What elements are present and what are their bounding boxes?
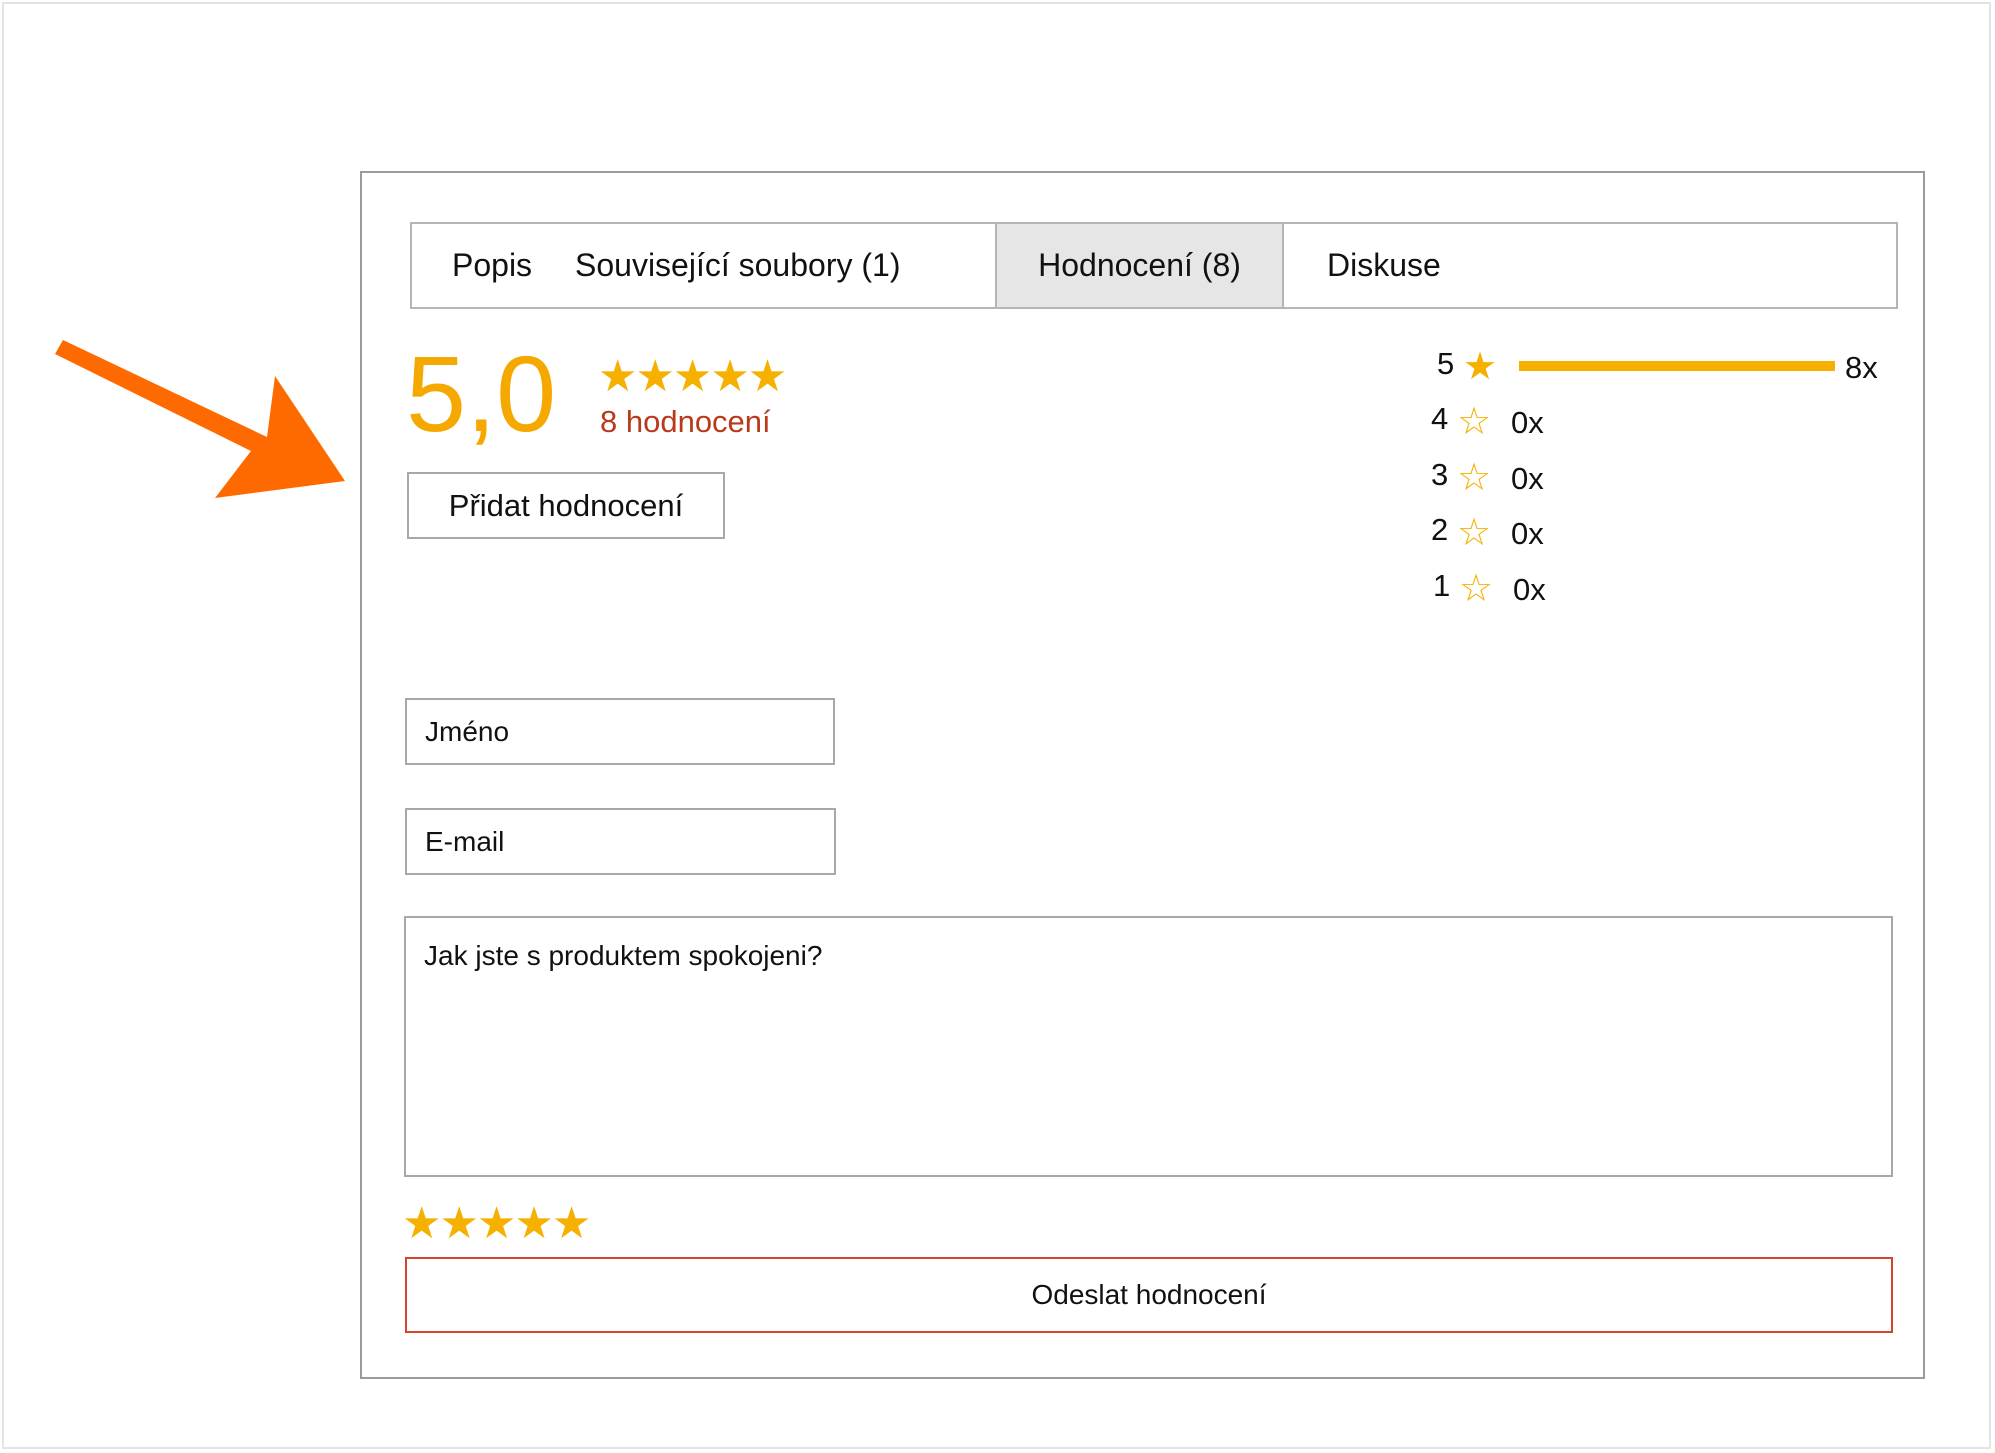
star-outline-icon: ☆ (1457, 401, 1492, 443)
star-icon[interactable]: ★ (439, 1199, 478, 1248)
distribution-row: 5 ★ 8x (1437, 346, 1887, 388)
distribution-row: 3 ☆ 0x (1431, 457, 1631, 499)
pointer-arrow-icon (55, 340, 345, 498)
distribution-stars-label: 5 (1437, 346, 1455, 381)
add-review-button[interactable]: Přidat hodnocení (407, 472, 725, 539)
review-count[interactable]: 8 hodnocení (600, 404, 771, 440)
star-icon[interactable]: ★ (402, 1199, 441, 1248)
average-rating: 5,0 (406, 333, 557, 454)
distribution-stars-label: 2 (1431, 512, 1449, 547)
tab-related-files[interactable]: Související soubory (1) (575, 224, 995, 307)
distribution-stars-label: 3 (1431, 457, 1449, 492)
star-icon[interactable]: ★ (552, 1199, 591, 1248)
distribution-count: 0x (1511, 516, 1544, 551)
distribution-count: 8x (1845, 350, 1878, 385)
distribution-row: 4 ☆ 0x (1431, 401, 1631, 443)
tab-description[interactable]: Popis (412, 224, 575, 307)
star-filled-icon: ★ (1463, 346, 1498, 388)
star-outline-icon: ☆ (1457, 457, 1492, 499)
star-outline-icon: ☆ (1457, 512, 1492, 554)
distribution-count: 0x (1513, 572, 1546, 607)
star-icon[interactable]: ★ (514, 1199, 553, 1248)
tab-reviews[interactable]: Hodnocení (8) (995, 224, 1284, 307)
star-outline-icon: ☆ (1459, 568, 1494, 610)
tab-label: Popis (452, 247, 533, 283)
average-stars-icon: ★★★★★ (598, 352, 787, 401)
tab-label: Hodnocení (8) (1038, 247, 1241, 283)
distribution-count: 0x (1511, 405, 1544, 440)
distribution-stars-label: 1 (1433, 568, 1451, 603)
submit-review-button[interactable]: Odeslat hodnocení (405, 1257, 1893, 1333)
name-field[interactable] (405, 698, 835, 765)
email-field[interactable] (405, 808, 836, 875)
review-text-field[interactable] (404, 916, 1893, 1177)
tab-bar: Popis Související soubory (1) Hodnocení … (410, 222, 1898, 309)
distribution-count: 0x (1511, 461, 1544, 496)
distribution-stars-label: 4 (1431, 401, 1449, 436)
star-rating-input: ★★★★★ (402, 1199, 591, 1248)
star-icon[interactable]: ★ (477, 1199, 516, 1248)
distribution-bar (1519, 361, 1835, 371)
tab-label: Související soubory (1) (575, 247, 901, 283)
distribution-row: 1 ☆ 0x (1433, 568, 1633, 610)
tab-label: Diskuse (1327, 247, 1441, 283)
distribution-row: 2 ☆ 0x (1431, 512, 1631, 554)
tab-discussion[interactable]: Diskuse (1284, 224, 1441, 307)
